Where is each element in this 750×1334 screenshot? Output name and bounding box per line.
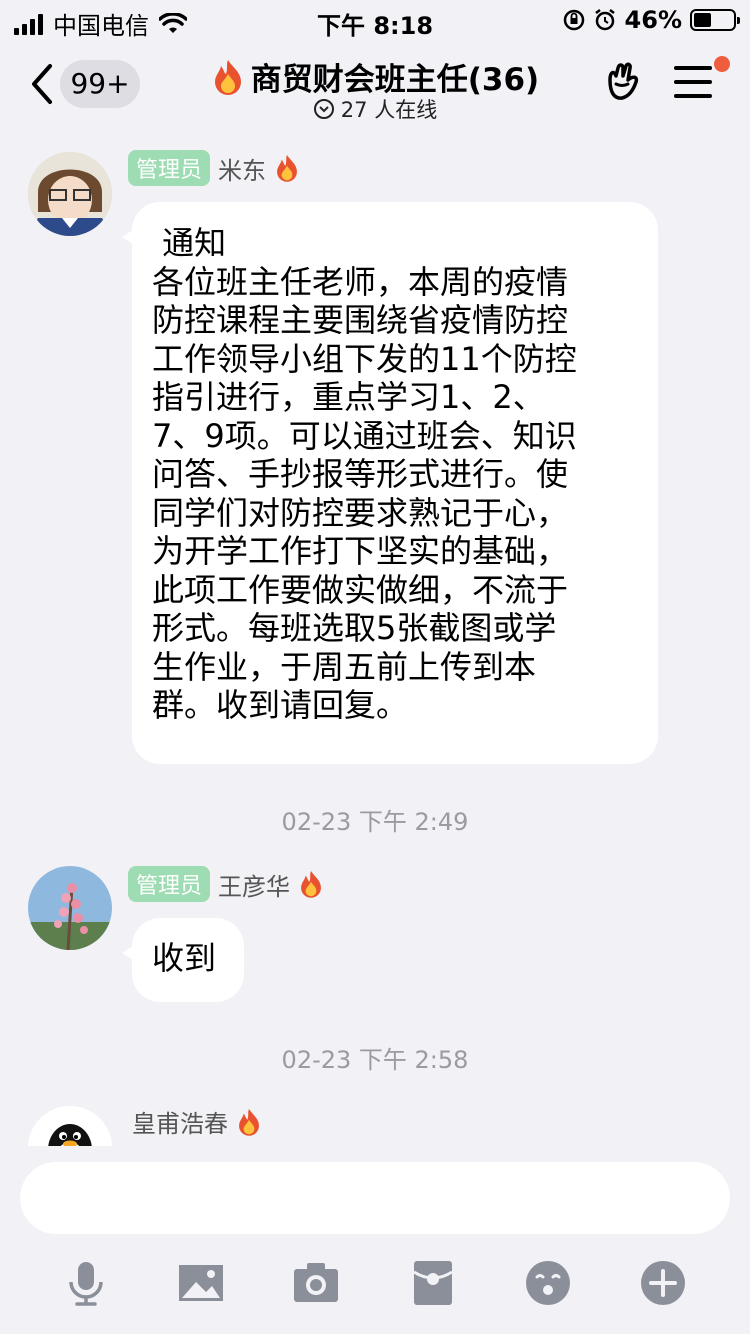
avatar[interactable] [28,1106,112,1146]
notification-dot [714,56,730,72]
battery-percent: 46% [624,6,682,34]
composer-bar [0,1146,750,1334]
message-line: 群。收到请回复。 [152,686,409,724]
message-line: 同学们对防控要求熟记于心， [152,493,569,532]
avatar-image [28,152,112,236]
hand-icon[interactable] [604,62,644,102]
status-bar: 中国电信 下午 8:18 46% [0,0,750,40]
avatar[interactable] [28,866,112,950]
sender-name[interactable]: 王彦华 [218,867,290,902]
message-text: 收到 [152,939,217,977]
message-line: 指引进行，重点学习1、2、 [152,378,545,416]
chat-header: 99+ 商贸财会班主任(36) 27 人在线 [0,40,750,128]
camera-icon[interactable] [293,1260,339,1306]
fire-icon [301,871,321,898]
message-line: 各位班主任老师，本周的疫情 [152,262,569,301]
fire-icon [239,1108,259,1136]
message-line: 为开学工作打下坚实的基础， [152,532,569,570]
menu-icon[interactable] [674,66,712,100]
message-line: 形式。每班选取5张截图或学 [152,609,557,647]
admin-tag: 管理员 [128,150,211,186]
orientation-lock-icon [563,9,584,31]
mic-icon[interactable] [63,1260,109,1306]
message-input[interactable] [20,1162,730,1234]
message-line: 问答、手抄报等形式进行。使 [152,455,569,493]
sender-name[interactable]: 米东 [218,151,266,186]
sender-name[interactable]: 皇甫浩春 [132,1104,228,1139]
message-line: 通知 [152,224,227,262]
message-line: 工作领导小组下发的11个防控 [152,339,577,378]
battery-icon [690,9,740,31]
message-timestamp: 02-23 下午 2:49 [281,808,469,836]
qq-penguin-icon [28,1106,112,1146]
red-packet-icon[interactable] [410,1260,456,1306]
admin-tag: 管理员 [128,866,211,902]
message-line: 生作业，于周五前上传到本 [152,647,537,686]
message-line: 防控课程主要围绕省疫情防控 [152,301,569,339]
avatar[interactable] [28,152,112,236]
message-bubble[interactable]: 收到 [122,918,244,1002]
group-title[interactable]: 商贸财会班主任(36) [251,54,539,99]
message-bubble[interactable]: 通知 各位班主任老师，本周的疫情 防控课程主要围绕省疫情防控 工作领导小组下发的… [122,202,658,764]
fire-icon [214,59,241,95]
emoji-icon[interactable] [525,1260,571,1306]
fire-icon [277,155,297,182]
message-timestamp: 02-23 下午 2:58 [281,1046,469,1074]
message-line: 7、9项。可以通过班会、知识 [152,416,577,455]
message-line: 此项工作要做实做细，不流于 [152,570,569,609]
avatar-image [28,866,112,950]
image-icon[interactable] [178,1260,224,1306]
plus-icon[interactable] [640,1260,686,1306]
online-count[interactable]: 27 人在线 [341,94,437,124]
alarm-icon [594,9,615,31]
online-chevron-icon [313,99,334,119]
